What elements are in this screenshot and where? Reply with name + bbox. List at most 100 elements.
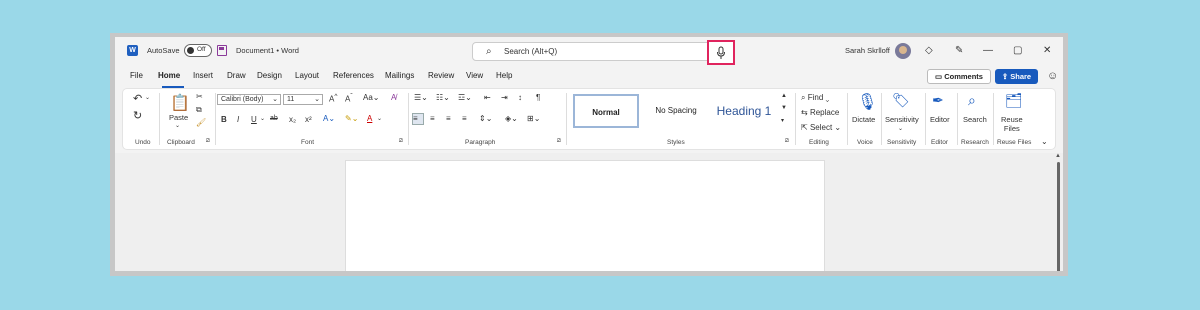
autosave-toggle[interactable]: Off: [184, 44, 212, 57]
minimize-icon[interactable]: —: [983, 45, 993, 56]
subscript-icon[interactable]: x₂: [289, 115, 296, 124]
restore-icon[interactable]: ▢: [1013, 45, 1022, 56]
document-page[interactable]: [345, 160, 825, 271]
change-case-icon[interactable]: Aa⌄: [363, 93, 380, 102]
multilevel-list-icon[interactable]: ☲⌄: [458, 93, 472, 102]
copy-icon[interactable]: ⧉: [196, 105, 202, 115]
find-button[interactable]: ⌕ Find ⌄: [801, 93, 829, 103]
pen-icon[interactable]: ✎: [955, 45, 963, 56]
styles-more-icon[interactable]: ▾: [781, 117, 784, 124]
comments-button[interactable]: ▭ Comments: [927, 69, 991, 84]
cut-icon[interactable]: ✂: [196, 92, 203, 101]
borders-icon[interactable]: ⊞⌄: [527, 114, 540, 123]
font-color-dropdown-icon[interactable]: ⌄: [377, 115, 382, 122]
style-normal[interactable]: Normal: [573, 94, 639, 128]
undo-dropdown-icon[interactable]: ⌄: [145, 94, 150, 101]
style-heading-1[interactable]: Heading 1: [711, 94, 777, 128]
diamond-icon[interactable]: ◇: [925, 45, 933, 56]
font-size-dropdown[interactable]: 11 ⌄: [283, 94, 323, 105]
reuse-files-icon[interactable]: 🗂: [1005, 92, 1023, 109]
styles-launcher-icon[interactable]: ⧄: [785, 138, 789, 145]
bold-icon[interactable]: B: [221, 115, 227, 124]
paste-dropdown-icon[interactable]: ⌄: [175, 122, 180, 129]
scroll-up-icon[interactable]: ▲: [1055, 153, 1061, 159]
font-name-dropdown[interactable]: Calibri (Body) ⌄: [217, 94, 281, 105]
underline-icon[interactable]: U: [251, 115, 257, 124]
reuse-files-label[interactable]: Reuse Files: [1001, 115, 1023, 133]
tab-references[interactable]: References: [333, 71, 374, 80]
decrease-indent-icon[interactable]: ⇤: [484, 93, 491, 102]
editor-label[interactable]: Editor: [930, 115, 950, 124]
paste-label[interactable]: Paste: [169, 113, 188, 122]
paragraph-launcher-icon[interactable]: ⧄: [557, 138, 561, 145]
paragraph-group-label: Paragraph: [465, 139, 496, 146]
styles-scroll-down-icon[interactable]: ▼: [781, 105, 787, 111]
divider: [925, 93, 926, 145]
tab-insert[interactable]: Insert: [193, 71, 213, 80]
collapse-ribbon-icon[interactable]: ⌄: [1041, 137, 1048, 146]
user-name[interactable]: Sarah Skrlloff: [845, 46, 890, 55]
dictate-label[interactable]: Dictate: [852, 115, 875, 124]
sensitivity-icon[interactable]: 🏷: [892, 92, 910, 109]
save-icon[interactable]: [217, 45, 227, 56]
document-title[interactable]: Document1 • Word: [236, 46, 299, 55]
strikethrough-icon[interactable]: ab: [270, 115, 278, 122]
divider: [881, 93, 882, 145]
superscript-icon[interactable]: x²: [305, 115, 312, 124]
show-formatting-icon[interactable]: ¶: [536, 93, 540, 102]
line-spacing-icon[interactable]: ⇕⌄: [479, 114, 492, 123]
sensitivity-label[interactable]: Sensitivity: [885, 115, 919, 124]
underline-dropdown-icon[interactable]: ⌄: [260, 115, 265, 122]
dictate-icon[interactable]: 🎙: [857, 92, 877, 112]
avatar[interactable]: [895, 43, 911, 59]
highlight-color-icon[interactable]: ✎⌄: [345, 114, 358, 123]
tab-mailings[interactable]: Mailings: [385, 71, 414, 80]
clear-formatting-icon[interactable]: A̸: [391, 93, 396, 102]
share-button[interactable]: ⇪ Share: [995, 69, 1038, 84]
text-effects-icon[interactable]: A⌄: [323, 114, 335, 123]
research-search-label[interactable]: Search: [963, 115, 987, 124]
select-button[interactable]: ⇱ Select ⌄: [801, 123, 841, 132]
comment-icon: ▭: [935, 72, 945, 81]
font-size-value: 11: [287, 96, 295, 103]
dictate-mic-button[interactable]: [707, 40, 735, 65]
tab-help[interactable]: Help: [496, 71, 512, 80]
italic-icon[interactable]: I: [237, 115, 239, 124]
increase-indent-icon[interactable]: ⇥: [501, 93, 508, 102]
format-painter-icon[interactable]: 🖌: [196, 118, 206, 127]
clipboard-launcher-icon[interactable]: ⧄: [206, 138, 210, 145]
editor-icon[interactable]: ✒: [932, 92, 944, 109]
close-icon[interactable]: ✕: [1043, 45, 1051, 56]
align-left-icon[interactable]: ≡: [412, 113, 424, 125]
feedback-smiley-icon[interactable]: ☺: [1047, 70, 1058, 82]
tab-file[interactable]: File: [130, 71, 143, 80]
redo-icon[interactable]: ↻: [133, 109, 142, 122]
grow-font-icon[interactable]: A^: [329, 93, 337, 104]
sort-icon[interactable]: ↕: [518, 93, 522, 102]
numbering-icon[interactable]: ☷⌄: [436, 93, 450, 102]
align-right-icon[interactable]: ≡: [446, 114, 451, 123]
style-no-spacing[interactable]: No Spacing: [643, 94, 709, 128]
undo-icon[interactable]: ↶: [133, 92, 142, 105]
replace-button[interactable]: ⇆ Replace: [801, 108, 839, 117]
tab-design[interactable]: Design: [257, 71, 282, 80]
bullets-icon[interactable]: ☰⌄: [414, 93, 428, 102]
paste-icon[interactable]: 📋: [170, 93, 190, 113]
search-box[interactable]: ⌕ Search (Alt+Q): [472, 42, 734, 61]
styles-scroll-up-icon[interactable]: ▲: [781, 93, 787, 99]
editor-group-label: Editor: [931, 139, 948, 146]
font-color-icon[interactable]: A: [367, 114, 372, 123]
tab-review[interactable]: Review: [428, 71, 454, 80]
vertical-scrollbar[interactable]: [1057, 162, 1060, 271]
shrink-font-icon[interactable]: Aˇ: [345, 93, 353, 104]
sensitivity-dropdown-icon[interactable]: ⌄: [898, 125, 903, 132]
font-launcher-icon[interactable]: ⧄: [399, 138, 403, 145]
tab-view[interactable]: View: [466, 71, 483, 80]
tab-draw[interactable]: Draw: [227, 71, 246, 80]
justify-icon[interactable]: ≡: [462, 114, 467, 123]
research-search-icon[interactable]: ⌕: [968, 92, 976, 109]
tab-layout[interactable]: Layout: [295, 71, 319, 80]
tab-home[interactable]: Home: [158, 71, 180, 80]
shading-icon[interactable]: ◈⌄: [505, 114, 518, 123]
align-center-icon[interactable]: ≡: [430, 114, 435, 123]
